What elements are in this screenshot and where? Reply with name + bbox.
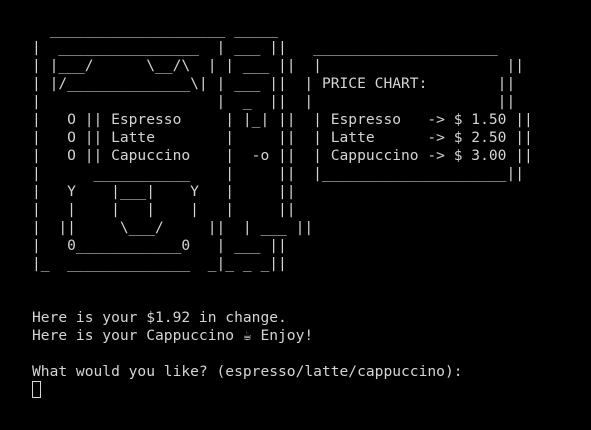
- machine-art-line-6: | O || Espresso | |_| || | Espresso -> $…: [32, 111, 533, 128]
- input-line[interactable]: [32, 381, 533, 399]
- machine-art-line-12: | || \___/ || | ___ ||: [32, 219, 314, 236]
- machine-art-line-9: | ___________ | || |____________________…: [32, 165, 525, 182]
- machine-art-line-2: | ________________ | ___ || ____________…: [32, 39, 498, 56]
- machine-art-line-11: | | | | | | ||: [32, 201, 296, 218]
- machine-art-line-14: |_ ______________ _|_ _ _||: [32, 255, 287, 272]
- order-message: Here is your Cappuccino ☕ Enjoy!: [32, 327, 314, 344]
- machine-art-line-5: | | _ || | ||: [32, 93, 516, 110]
- machine-art-line-13: | 0____________0 | ___ ||: [32, 237, 287, 254]
- machine-art-line-10: | Y |___| Y | ||: [32, 183, 296, 200]
- order-prompt: What would you like? (espresso/latte/cap…: [32, 363, 463, 380]
- machine-art-line-8: | O || Capuccino | -o || | Cappuccino ->…: [32, 147, 533, 164]
- machine-art-line-1: ____________________ _____: [32, 21, 279, 38]
- machine-art-line-7: | O || Latte | || | Latte -> $ 2.50 ||: [32, 129, 533, 146]
- machine-art-line-4: | |/______________\| | ___ || | PRICE CH…: [32, 75, 516, 92]
- machine-art-line-3: | |___/ \__/\ | | ___ || | ||: [32, 57, 525, 74]
- change-message: Here is your $1.92 in change.: [32, 309, 287, 326]
- text-cursor[interactable]: [32, 381, 41, 398]
- terminal-output: ____________________ _____ | ___________…: [32, 21, 533, 399]
